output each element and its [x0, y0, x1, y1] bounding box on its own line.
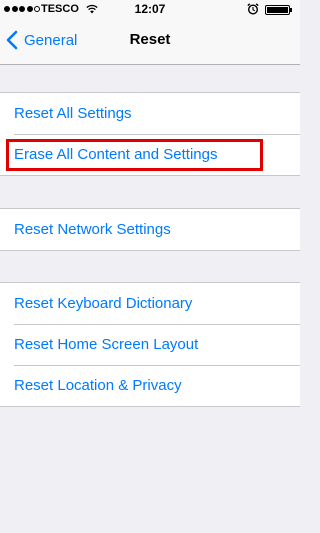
reset-home-screen-layout-button[interactable]: Reset Home Screen Layout: [0, 324, 300, 365]
status-bar: TESCO 12:07: [0, 0, 300, 20]
reset-all-settings-button[interactable]: Reset All Settings: [0, 93, 300, 134]
erase-all-content-button[interactable]: Erase All Content and Settings: [0, 134, 300, 175]
alarm-icon: [247, 3, 259, 15]
reset-network-settings-button[interactable]: Reset Network Settings: [0, 209, 300, 250]
reset-group-general: Reset All Settings Erase All Content and…: [0, 92, 300, 176]
top-bar: TESCO 12:07 General Reset: [0, 0, 300, 65]
page-title: Reset: [129, 31, 171, 48]
navigation-bar: General Reset: [0, 20, 300, 64]
reset-group-network: Reset Network Settings: [0, 208, 300, 251]
reset-group-other: Reset Keyboard Dictionary Reset Home Scr…: [0, 282, 300, 407]
reset-settings-screen: TESCO 12:07 General Reset Reset All Sett…: [0, 0, 300, 533]
battery-icon: [265, 5, 292, 15]
reset-keyboard-dictionary-button[interactable]: Reset Keyboard Dictionary: [0, 283, 300, 324]
reset-location-privacy-button[interactable]: Reset Location & Privacy: [0, 365, 300, 406]
